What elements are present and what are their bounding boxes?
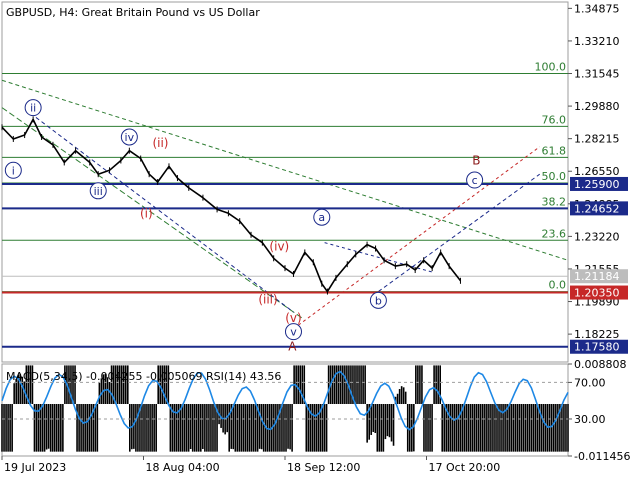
price-tick-label-0: 1.34875 — [574, 2, 620, 15]
time-tick-label-1: 18 Aug 04:00 — [146, 461, 220, 474]
wave-label-12: b — [375, 294, 382, 307]
indicator-tick-label-1: 70.00 — [574, 376, 606, 389]
time-tick-label-2: 18 Sep 12:00 — [287, 461, 360, 474]
fib-label-4: 38.2 — [542, 196, 567, 209]
price-level-label-2: 1.21184 — [574, 270, 620, 283]
indicator-tick-label-3: -0.011456 — [574, 450, 630, 463]
price-level-label-0: 1.25900 — [574, 178, 620, 191]
price-tick-label-3: 1.29880 — [574, 100, 620, 113]
wave-label-9: v — [290, 326, 297, 339]
price-chart[interactable]: 100.076.061.850.038.223.60.0 iiiiiiiv (ii… — [0, 0, 640, 480]
wave-label-5: (i) — [140, 206, 153, 220]
wave-label-0: i — [12, 164, 15, 177]
wave-label-2: iii — [94, 185, 103, 198]
price-level-label-4: 1.17580 — [574, 341, 620, 354]
chart-title: GBPUSD, H4: Great Britain Pound vs US Do… — [6, 6, 260, 19]
time-tick-label-0: 19 Jul 2023 — [4, 461, 66, 474]
wave-label-8: (v) — [285, 311, 301, 325]
fib-label-5: 23.6 — [542, 227, 567, 240]
fib-label-2: 61.8 — [542, 144, 567, 157]
price-level-label-1: 1.24652 — [574, 202, 620, 215]
price-tick-label-1: 1.33210 — [574, 35, 620, 48]
time-tick-label-3: 17 Oct 20:00 — [429, 461, 501, 474]
indicator-title: MACD(5,34,5) -0.004255 -0.005069 RSI(14)… — [6, 370, 281, 383]
wave-label-1: ii — [30, 102, 36, 115]
wave-label-4: (ii) — [152, 136, 168, 150]
indicator-tick-label-0: 0.008808 — [574, 358, 627, 371]
price-tick-label-4: 1.28215 — [574, 133, 620, 146]
wave-label-6: (iv) — [269, 240, 289, 254]
fib-label-3: 50.0 — [542, 170, 567, 183]
wave-label-10: A — [288, 339, 297, 353]
fib-label-6: 0.0 — [549, 279, 567, 292]
fib-label-0: 100.0 — [535, 61, 567, 74]
wave-label-3: iv — [125, 131, 135, 144]
indicator-tick-label-2: 30.00 — [574, 413, 606, 426]
price-tick-label-7: 1.23220 — [574, 230, 620, 243]
price-tick-label-5: 1.26550 — [574, 165, 620, 178]
wave-label-14: c — [472, 174, 478, 187]
wave-label-7: (iii) — [258, 292, 277, 306]
price-tick-label-2: 1.31545 — [574, 68, 620, 81]
wave-label-11: a — [318, 211, 325, 224]
wave-label-13: B — [472, 153, 480, 167]
price-level-label-3: 1.20350 — [574, 287, 620, 300]
fib-label-1: 76.0 — [542, 113, 567, 126]
price-tick-label-10: 1.18225 — [574, 328, 620, 341]
